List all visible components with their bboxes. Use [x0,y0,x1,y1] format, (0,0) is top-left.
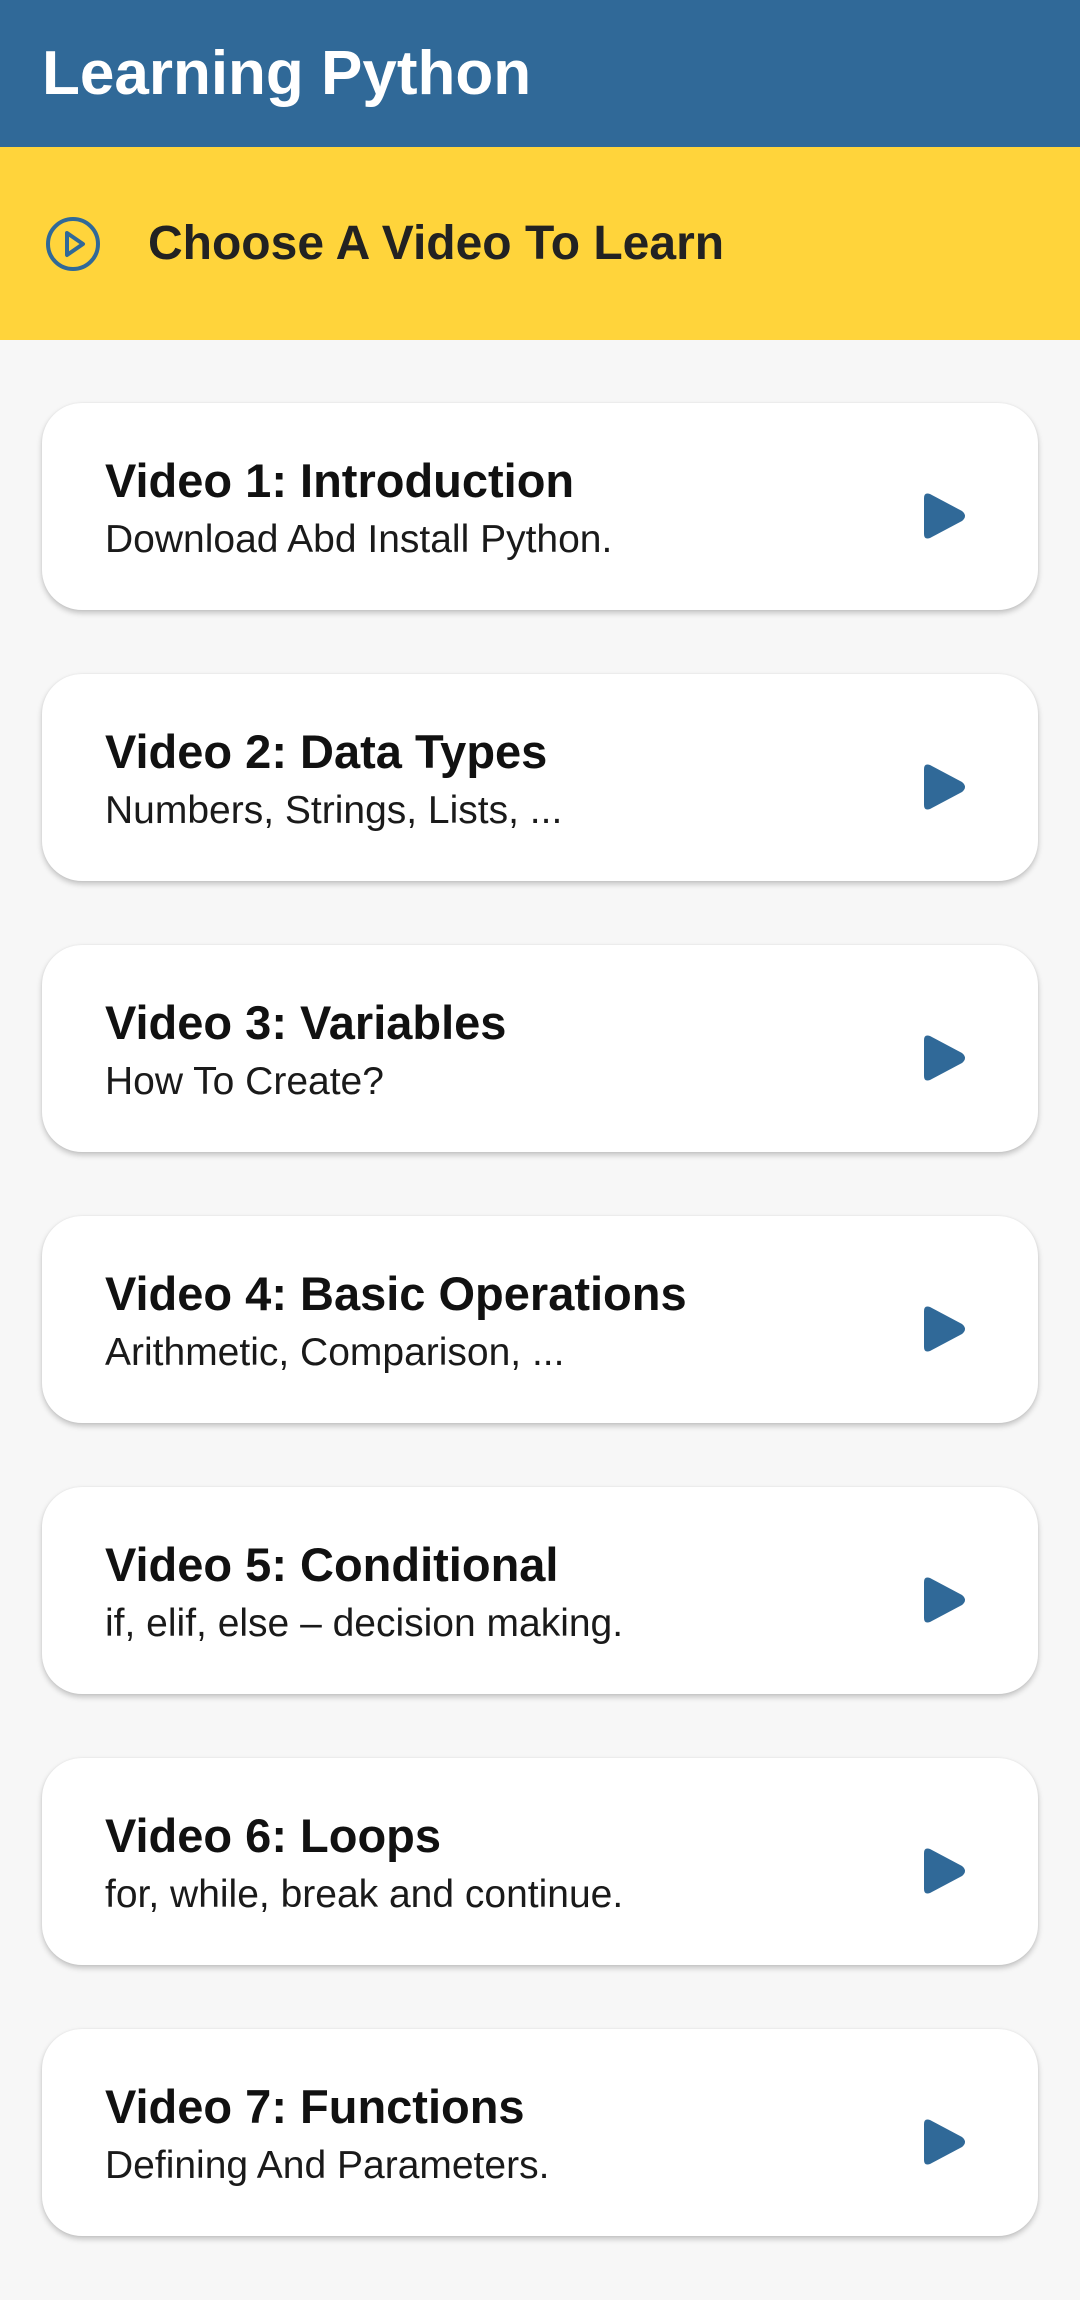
play-icon[interactable] [918,1574,968,1626]
play-icon[interactable] [918,1845,968,1897]
video-card-4[interactable]: Video 4: Basic Operations Arithmetic, Co… [42,1216,1038,1423]
video-list: Video 1: Introduction Download Abd Insta… [42,403,1038,2300]
video-title: Video 2: Data Types [105,725,548,778]
play-icon[interactable] [918,1303,968,1355]
video-title: Video 6: Loops [105,1809,441,1862]
video-title: Video 1: Introduction [105,454,575,507]
app-bar: Learning Python [0,0,1080,147]
video-subtitle: How To Create? [105,1060,384,1103]
video-card-7[interactable]: Video 7: Functions Defining And Paramete… [42,2029,1038,2236]
video-subtitle: if, elif, else – decision making. [105,1602,624,1645]
video-subtitle: Defining And Parameters. [105,2144,550,2187]
play-icon[interactable] [918,761,968,813]
app-title: Learning Python [42,38,532,108]
video-title: Video 7: Functions [105,2080,525,2133]
video-title: Video 4: Basic Operations [105,1267,687,1320]
banner-text: Choose A Video To Learn [148,217,725,270]
video-title: Video 3: Variables [105,996,507,1049]
video-subtitle: Download Abd Install Python. [105,518,613,561]
video-subtitle: Numbers, Strings, Lists, ... [105,789,563,832]
video-card-6[interactable]: Video 6: Loops for, while, break and con… [42,1758,1038,1965]
video-card-3[interactable]: Video 3: Variables How To Create? [42,945,1038,1152]
video-title: Video 5: Conditional [105,1538,559,1591]
video-card-2[interactable]: Video 2: Data Types Numbers, Strings, Li… [42,674,1038,881]
video-subtitle: for, while, break and continue. [105,1873,624,1916]
video-subtitle: Arithmetic, Comparison, ... [105,1331,565,1374]
video-card-5[interactable]: Video 5: Conditional if, elif, else – de… [42,1487,1038,1694]
video-card-1[interactable]: Video 1: Introduction Download Abd Insta… [42,403,1038,610]
play-icon[interactable] [918,1032,968,1084]
choose-video-banner: Choose A Video To Learn [0,147,1080,340]
play-icon[interactable] [918,490,968,542]
play-circle-outline-icon [44,215,102,273]
play-icon[interactable] [918,2116,968,2168]
